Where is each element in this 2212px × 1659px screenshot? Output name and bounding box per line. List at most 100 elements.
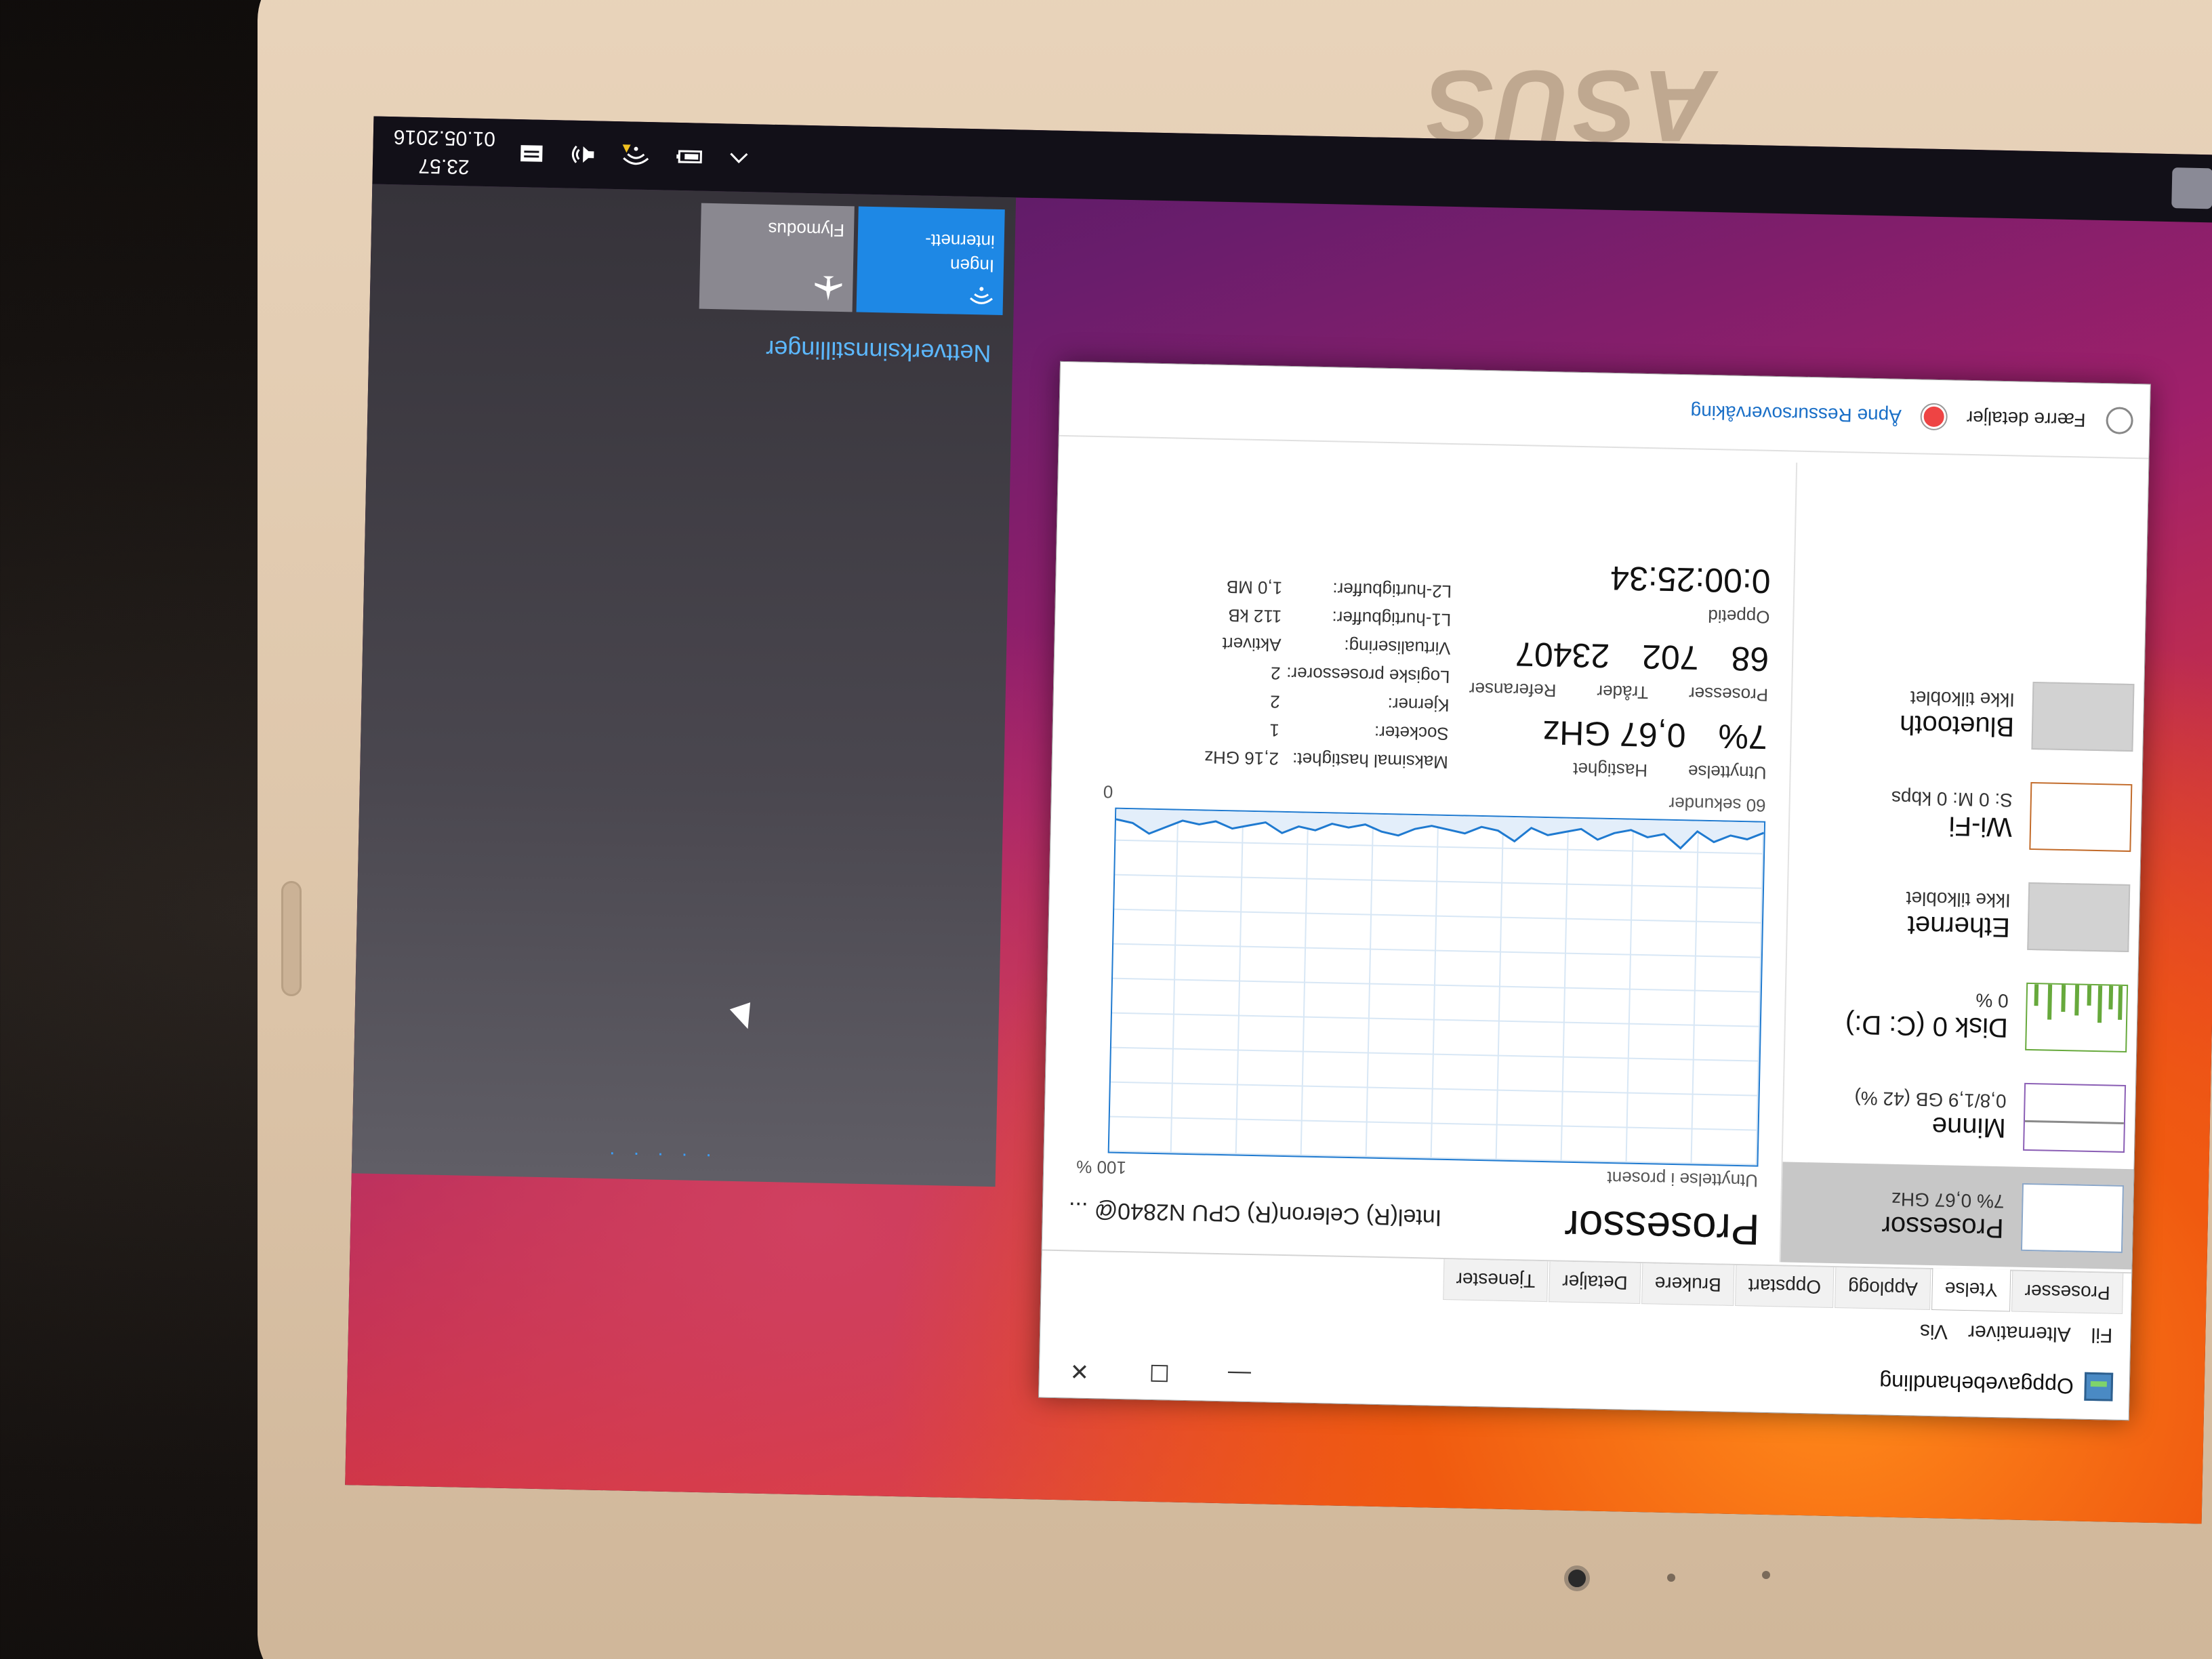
volume-icon[interactable] bbox=[568, 142, 598, 167]
flyout-dots: . . . . . bbox=[602, 1147, 712, 1172]
ethernet-thumbnail bbox=[2027, 882, 2131, 953]
detail-value: 2 bbox=[1270, 663, 1281, 684]
utilization-value: 7% bbox=[1717, 717, 1768, 756]
speed-label: Hastighet bbox=[1572, 758, 1648, 781]
utilization-axis-label: Utnyttelse i prosent bbox=[1607, 1167, 1759, 1191]
detail-value: 1,0 MB bbox=[1226, 577, 1283, 598]
handles-value: 23407 bbox=[1515, 634, 1610, 675]
taskbar-app-icon[interactable] bbox=[2171, 167, 2212, 209]
sidebar-item-bluetooth[interactable]: Bluetooth Ikke tilkoblet bbox=[1791, 661, 2144, 769]
sidebar-item-value: 0 % bbox=[1975, 989, 2009, 1012]
tab-performance[interactable]: Ytelse bbox=[1931, 1268, 2011, 1312]
open-resource-monitor-link[interactable]: Åpne Ressursovervåking bbox=[1690, 401, 1902, 427]
bluetooth-thumbnail bbox=[2031, 681, 2135, 752]
wifi-thumbnail bbox=[2029, 781, 2133, 853]
cpu-stats: Utnyttelse Hastighet 7% 0,67 GHz Prosess… bbox=[1062, 547, 1771, 783]
detail-value: 112 kB bbox=[1227, 605, 1282, 627]
wifi-limited-icon[interactable] bbox=[621, 143, 651, 168]
uptime-label: Oppetid bbox=[1708, 605, 1770, 628]
handles-label: Referanser bbox=[1469, 678, 1557, 701]
performance-detail-pane: Prosessor Intel(R) Celeron(R) CPU N2840@… bbox=[1048, 447, 1782, 1262]
time-axis-label: 60 sekunder bbox=[1668, 793, 1766, 816]
battery-icon[interactable] bbox=[674, 144, 704, 169]
detail-key: Maksimal hastighet: bbox=[1292, 749, 1449, 773]
mouse-cursor-icon bbox=[729, 1002, 758, 1033]
webcam-indicator bbox=[1667, 1574, 1675, 1582]
processes-label: Prosesser bbox=[1688, 683, 1769, 705]
network-settings-link[interactable]: Nettverksinnstillinger bbox=[766, 335, 991, 368]
minimize-button[interactable]: — bbox=[1199, 1346, 1280, 1401]
clock-date: 01.05.2016 bbox=[393, 125, 496, 150]
wifi-quick-action[interactable]: Ingen internett- bbox=[856, 206, 1005, 316]
sidebar-item-processor[interactable]: Prosessor 7% 0,67 GHz bbox=[1780, 1162, 2134, 1270]
detail-value: 1 bbox=[1269, 720, 1280, 741]
memory-thumbnail bbox=[2023, 1082, 2127, 1153]
tab-details[interactable]: Detaljer bbox=[1549, 1261, 1641, 1305]
menu-file[interactable]: Fil bbox=[2091, 1323, 2112, 1347]
clock[interactable]: 23.57 01.05.2016 bbox=[393, 122, 496, 181]
cpu-model: Intel(R) Celeron(R) CPU N2840@ ... bbox=[1068, 1197, 1442, 1231]
resource-monitor-icon bbox=[1920, 403, 1948, 431]
cpu-details-list: Maksimal hastighet: 2,16 GHz Socketer: 1 K… bbox=[1204, 572, 1452, 776]
disk-thumbnail bbox=[2025, 982, 2129, 1053]
menu-options[interactable]: Alternativer bbox=[1968, 1320, 2071, 1345]
processor-thumbnail bbox=[2020, 1183, 2124, 1253]
sidebar-item-value: Ikke tilkoblet bbox=[1906, 888, 2011, 912]
uptime-value: 0:00:25:34 bbox=[1610, 558, 1771, 600]
fewer-details-link[interactable]: Færre detaljer bbox=[1966, 407, 2085, 431]
processes-value: 68 bbox=[1730, 639, 1769, 678]
detail-value: 2,16 GHz bbox=[1204, 747, 1279, 769]
window-title: Oppgavebehandling bbox=[1879, 1370, 2074, 1399]
maximize-button[interactable]: ☐ bbox=[1119, 1345, 1200, 1400]
threads-label: Tråder bbox=[1597, 681, 1649, 703]
sidebar-item-wifi[interactable]: Wi-Fi S: 0 M: 0 kbps bbox=[1789, 761, 2142, 869]
sidebar-item-label: Disk 0 (C: D:) bbox=[1845, 1009, 2009, 1043]
threads-value: 702 bbox=[1641, 637, 1700, 677]
tab-users[interactable]: Brukere bbox=[1641, 1263, 1735, 1306]
cpu-usage-graph bbox=[1107, 807, 1766, 1167]
max-percent-label: 100 % bbox=[1076, 1156, 1127, 1179]
task-manager-icon bbox=[2084, 1372, 2114, 1401]
speed-value: 0,67 GHz bbox=[1542, 713, 1687, 755]
airplane-mode-quick-action[interactable]: Flymodus bbox=[699, 203, 855, 312]
performance-sidebar: Prosessor 7% 0,67 GHz Minne 0,8/1,9 GB (… bbox=[1779, 462, 2149, 1270]
wifi-tile-line2: internett- bbox=[924, 230, 996, 252]
network-flyout: . . . . . Nettverksinnstillinger Ingen i… bbox=[351, 184, 1017, 1187]
wifi-icon bbox=[866, 278, 994, 306]
menu-view[interactable]: Vis bbox=[1920, 1319, 1948, 1343]
chevron-up-icon[interactable] bbox=[726, 145, 752, 170]
tab-processes[interactable]: Prosesser bbox=[2011, 1271, 2124, 1314]
sidebar-item-value: Ikke tilkoblet bbox=[1910, 687, 2015, 711]
close-button[interactable]: ✕ bbox=[1039, 1343, 1120, 1399]
detail-key: L1-hurtigbuffer: bbox=[1332, 607, 1452, 630]
clock-time: 23.57 bbox=[418, 154, 470, 178]
sidebar-item-ethernet[interactable]: Ethernet Ikke tilkoblet bbox=[1787, 861, 2140, 969]
action-center-icon[interactable] bbox=[518, 141, 546, 166]
cpu-usage-chart bbox=[1115, 808, 1765, 850]
sidebar-item-memory[interactable]: Minne 0,8/1,9 GB (42 %) bbox=[1783, 1061, 2136, 1169]
detail-value: 2 bbox=[1269, 691, 1280, 712]
hinge bbox=[281, 881, 302, 996]
min-percent-label: 0 bbox=[1103, 781, 1113, 802]
airplane-icon bbox=[709, 268, 844, 302]
tab-startup[interactable]: Oppstart bbox=[1735, 1265, 1835, 1309]
wifi-tile-line1: Ingen bbox=[949, 255, 995, 276]
chevron-up-circle-icon[interactable] bbox=[2106, 407, 2134, 434]
airplane-tile-label: Flymodus bbox=[768, 218, 845, 241]
sidebar-item-label: Prosessor bbox=[1881, 1210, 2005, 1244]
sidebar-item-label: Wi-Fi bbox=[1948, 811, 2013, 842]
detail-key: L2-hurtigbuffer: bbox=[1332, 579, 1452, 602]
sidebar-item-value: 0,8/1,9 GB (42 %) bbox=[1854, 1087, 2007, 1112]
sidebar-item-value: 7% 0,67 GHz bbox=[1891, 1188, 2005, 1212]
sidebar-item-disk[interactable]: Disk 0 (C: D:) 0 % bbox=[1785, 961, 2138, 1069]
cpu-usage-area bbox=[1115, 808, 1765, 848]
detail-key: Virtualisering: bbox=[1344, 636, 1451, 659]
tab-services[interactable]: Tjenester bbox=[1442, 1258, 1549, 1303]
tab-app-history[interactable]: Applogg bbox=[1835, 1267, 1931, 1311]
page-title: Prosessor bbox=[1563, 1201, 1761, 1254]
sidebar-item-label: Bluetooth bbox=[1899, 709, 2015, 742]
detail-key: Kjerner: bbox=[1387, 694, 1450, 716]
laptop-screen: 23.57 01.05.2016 . . . . . Nettverksinns… bbox=[345, 116, 2212, 1524]
task-manager-window: Oppgavebehandling — ☐ ✕ Fil Alternativer… bbox=[1038, 361, 2151, 1421]
sidebar-item-label: Minne bbox=[1931, 1111, 2007, 1143]
